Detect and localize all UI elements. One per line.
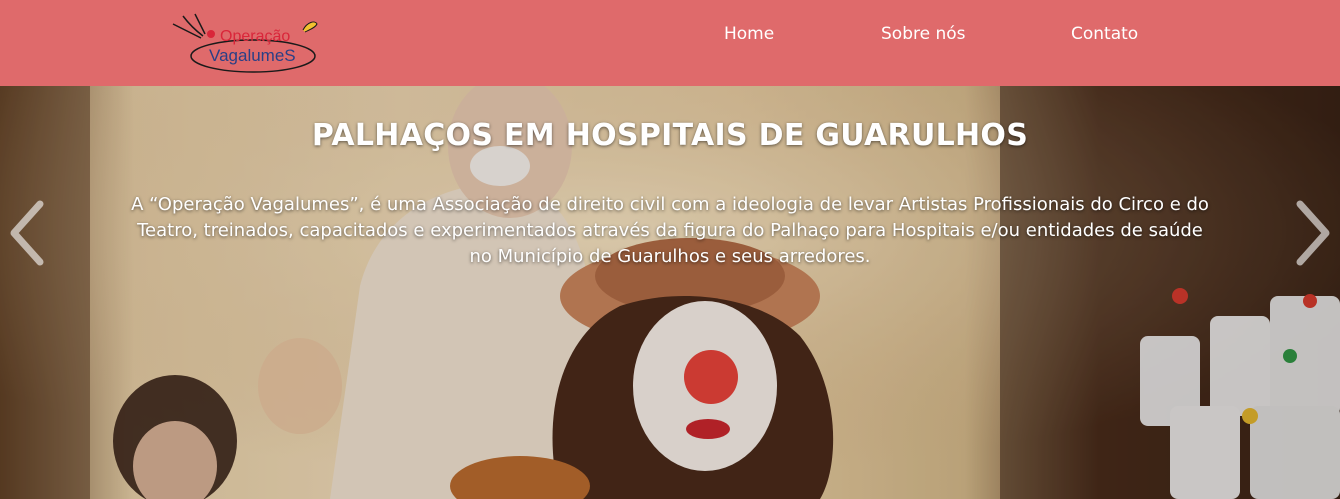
hero-carousel: PALHAÇOS EM HOSPITAIS DE GUARULHOS A “Op… — [0, 86, 1340, 499]
logo-text-line2: VagalumeS — [209, 46, 296, 65]
chevron-right-icon — [1296, 200, 1330, 266]
nav-contact-link[interactable]: Contato — [1071, 24, 1138, 44]
logo-text-line1: Operação — [220, 28, 291, 45]
site-logo[interactable]: Operação VagalumeS — [165, 10, 325, 76]
chevron-left-icon — [10, 200, 44, 266]
carousel-prev-button[interactable] — [2, 198, 52, 268]
site-header: Operação VagalumeS Home Sobre nós Contat… — [0, 0, 1340, 86]
nav-about-link[interactable]: Sobre nós — [881, 24, 966, 44]
nav-home-link[interactable]: Home — [724, 24, 774, 44]
carousel-next-button[interactable] — [1288, 198, 1338, 268]
hero-title: PALHAÇOS EM HOSPITAIS DE GUARULHOS — [311, 118, 1029, 153]
hero-description: A “Operação Vagalumes”, é uma Associação… — [131, 194, 1209, 267]
